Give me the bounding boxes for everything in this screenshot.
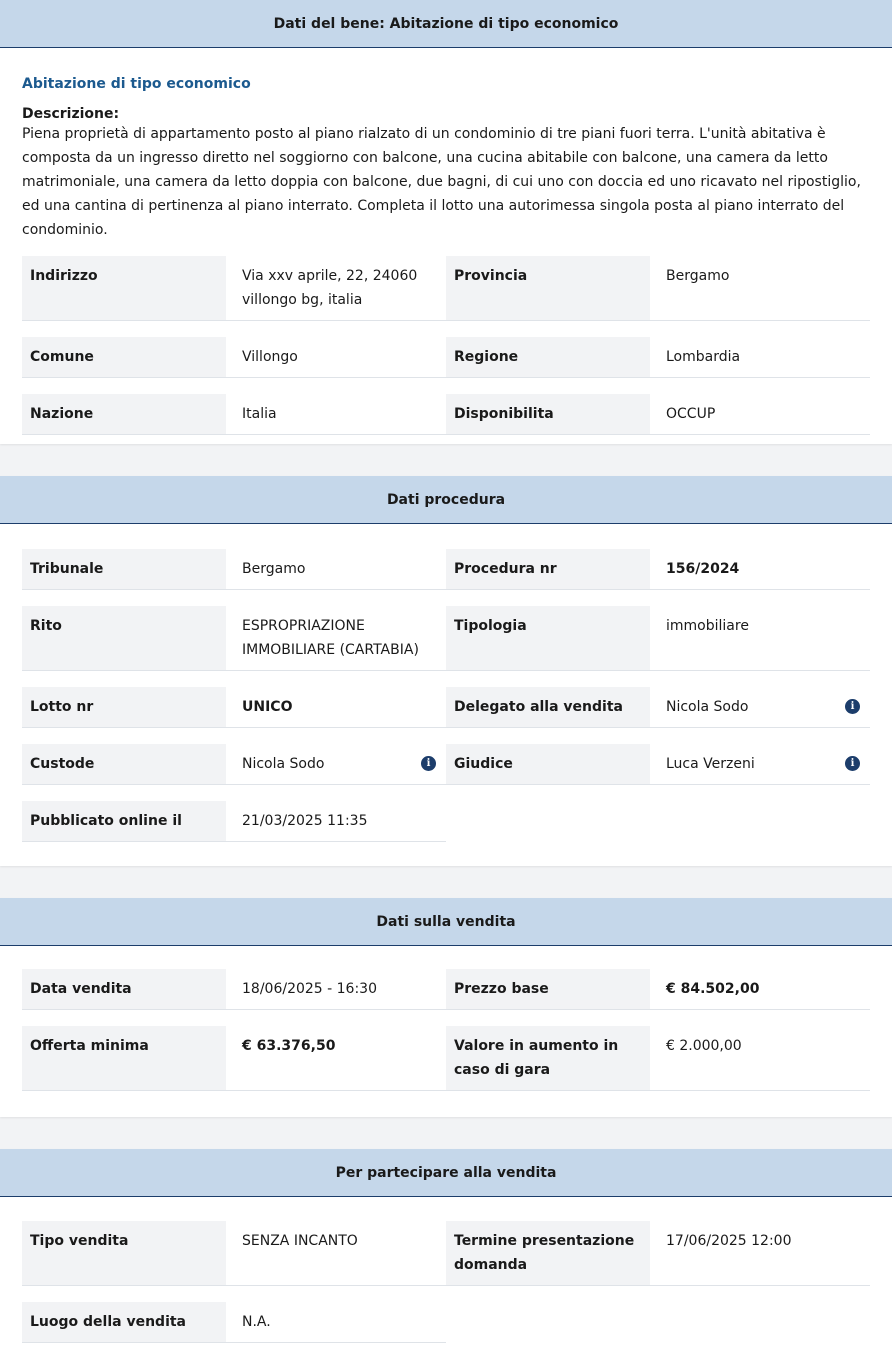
section-header: Dati del bene: Abitazione di tipo econom…: [0, 0, 892, 48]
procedure-grid: Pubblicato online il 21/03/2025 11:35: [22, 801, 870, 842]
lotto-value: UNICO: [226, 687, 446, 728]
prezzo-base-label: Prezzo base: [446, 969, 650, 1010]
section-partecipare: Per partecipare alla vendita Tipo vendit…: [0, 1149, 892, 1371]
tribunale-value: Bergamo: [226, 549, 446, 590]
provincia-label: Provincia: [446, 256, 650, 321]
regione-label: Regione: [446, 337, 650, 378]
nazione-value: Italia: [226, 394, 446, 435]
rito-label: Rito: [22, 606, 226, 671]
offerta-minima-value: € 63.376,50: [226, 1026, 446, 1091]
pubblicato-value: 21/03/2025 11:35: [226, 801, 446, 842]
comune-value: Villongo: [226, 337, 446, 378]
sale-grid: Offerta minima € 63.376,50 Valore in aum…: [22, 1026, 870, 1091]
indirizzo-value: Via xxv aprile, 22, 24060 villongo bg, i…: [226, 256, 446, 321]
giudice-label: Giudice: [446, 744, 650, 785]
description-text: Piena proprietà di appartamento posto al…: [22, 126, 861, 238]
tribunale-label: Tribunale: [22, 549, 226, 590]
rito-value: ESPROPRIAZIONE IMMOBILIARE (CARTABIA): [226, 606, 446, 671]
lotto-label: Lotto nr: [22, 687, 226, 728]
procedura-nr-value: 156/2024: [650, 549, 870, 590]
provincia-value: Bergamo: [650, 256, 870, 321]
section-dati-procedura: Dati procedura Tribunale Bergamo Procedu…: [0, 476, 892, 866]
property-details-grid: Indirizzo Via xxv aprile, 22, 24060 vill…: [22, 256, 870, 321]
section-header: Per partecipare alla vendita: [0, 1149, 892, 1197]
indirizzo-label: Indirizzo: [22, 256, 226, 321]
comune-label: Comune: [22, 337, 226, 378]
termine-label: Termine presentazione domanda: [446, 1221, 650, 1286]
property-details-grid: Comune Villongo Regione Lombardia: [22, 337, 870, 378]
participate-grid: Tipo vendita SENZA INCANTO Termine prese…: [22, 1221, 870, 1286]
procedure-grid: Tribunale Bergamo Procedura nr 156/2024: [22, 549, 870, 590]
valore-aumento-label: Valore in aumento in caso di gara: [446, 1026, 650, 1091]
description-label: Descrizione:: [22, 106, 120, 122]
property-details-grid: Nazione Italia Disponibilita OCCUP: [22, 394, 870, 435]
info-circle-icon[interactable]: i: [845, 699, 860, 714]
nazione-label: Nazione: [22, 394, 226, 435]
section-header: Dati procedura: [0, 476, 892, 524]
section-dati-vendita: Dati sulla vendita Data vendita 18/06/20…: [0, 898, 892, 1117]
offerta-minima-label: Offerta minima: [22, 1026, 226, 1091]
procedure-grid: Rito ESPROPRIAZIONE IMMOBILIARE (CARTABI…: [22, 606, 870, 671]
tipologia-label: Tipologia: [446, 606, 650, 671]
info-circle-icon[interactable]: i: [421, 756, 436, 771]
luogo-label: Luogo della vendita: [22, 1302, 226, 1343]
giudice-value: Luca Verzeni i: [650, 744, 870, 785]
termine-value: 17/06/2025 12:00: [650, 1221, 870, 1286]
disponibilita-value: OCCUP: [650, 394, 870, 435]
pubblicato-label: Pubblicato online il: [22, 801, 226, 842]
tipo-vendita-label: Tipo vendita: [22, 1221, 226, 1286]
custode-label: Custode: [22, 744, 226, 785]
procedure-grid: Lotto nr UNICO Delegato alla vendita Nic…: [22, 687, 870, 728]
regione-value: Lombardia: [650, 337, 870, 378]
prezzo-base-value: € 84.502,00: [650, 969, 870, 1010]
info-circle-icon[interactable]: i: [845, 756, 860, 771]
participate-grid: Luogo della vendita N.A.: [22, 1302, 870, 1343]
delegato-value: Nicola Sodo i: [650, 687, 870, 728]
section-header: Dati sulla vendita: [0, 898, 892, 946]
tipo-vendita-value: SENZA INCANTO: [226, 1221, 446, 1286]
data-vendita-label: Data vendita: [22, 969, 226, 1010]
custode-value: Nicola Sodo i: [226, 744, 446, 785]
section-dati-bene: Dati del bene: Abitazione di tipo econom…: [0, 0, 892, 444]
procedura-nr-label: Procedura nr: [446, 549, 650, 590]
disponibilita-label: Disponibilita: [446, 394, 650, 435]
procedure-grid: Custode Nicola Sodo i Giudice Luca Verze…: [22, 744, 870, 785]
valore-aumento-value: € 2.000,00: [650, 1026, 870, 1091]
sale-grid: Data vendita 18/06/2025 - 16:30 Prezzo b…: [22, 969, 870, 1010]
luogo-value: N.A.: [226, 1302, 446, 1343]
delegato-label: Delegato alla vendita: [446, 687, 650, 728]
property-type-title: Abitazione di tipo economico: [22, 76, 251, 92]
data-vendita-value: 18/06/2025 - 16:30: [226, 969, 446, 1010]
tipologia-value: immobiliare: [650, 606, 870, 671]
